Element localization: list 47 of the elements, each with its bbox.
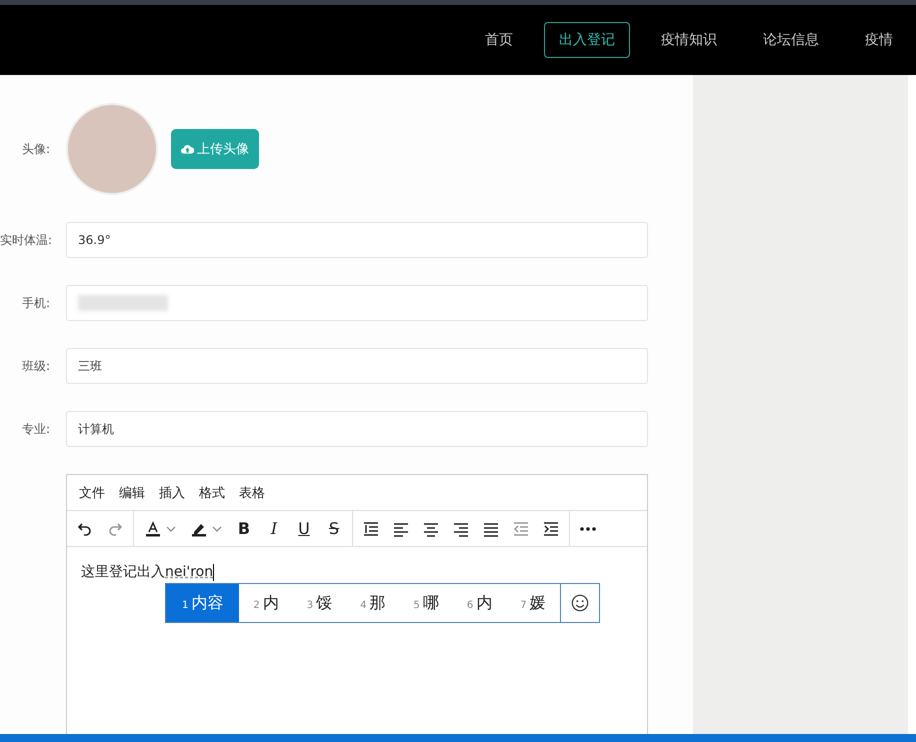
align-center-icon[interactable] (423, 520, 439, 536)
more-icon[interactable] (580, 526, 596, 530)
field-label: 班级: (20, 358, 51, 374)
format-button[interactable]: B (236, 519, 252, 538)
justify-icon[interactable] (483, 520, 499, 536)
field-label: 专业: (20, 420, 51, 438)
ime-candidate[interactable]: 4 那 (346, 584, 400, 622)
align-left-icon[interactable] (393, 520, 409, 536)
undo-icon[interactable] (77, 520, 93, 536)
menu-item[interactable]: 编辑 (119, 484, 145, 502)
format-button[interactable]: U (296, 519, 312, 538)
menu-item[interactable]: 文件 (79, 484, 105, 502)
ime-candidate[interactable]: 3 馁 (292, 584, 346, 622)
ime-candidate[interactable]: 5 哪 (400, 584, 453, 622)
line-height-icon[interactable] (363, 520, 379, 536)
input-field[interactable] (66, 285, 648, 321)
ime-candidate[interactable]: 1 内容 (166, 584, 240, 622)
cloud-upload-icon (181, 144, 194, 154)
editor-text: 这里登记出入 (81, 563, 165, 581)
nav-item[interactable]: 论坛信息 (748, 22, 834, 58)
input-field[interactable]: 三班 (66, 348, 648, 384)
nav-item[interactable]: 疫情 (850, 22, 908, 58)
nav-item[interactable]: 出入登记 (544, 22, 630, 58)
field-label: 实时体温: (0, 232, 54, 248)
format-button[interactable]: S (326, 519, 342, 538)
outdent-icon[interactable] (513, 520, 529, 536)
input-field[interactable]: 36.9° (66, 222, 648, 258)
composition-text: nei'ron (165, 564, 214, 580)
caret-icon[interactable] (166, 526, 176, 532)
nav-item[interactable]: 首页 (470, 22, 528, 58)
redo-icon[interactable] (107, 520, 123, 536)
menu-item[interactable]: 格式 (199, 484, 225, 502)
text-color-icon[interactable] (144, 520, 162, 536)
ime-candidate[interactable]: 6 内 (452, 584, 506, 622)
format-button[interactable]: I (266, 519, 282, 538)
field-label: 手机: (20, 294, 51, 312)
menu-item[interactable]: 表格 (239, 484, 265, 502)
ime-candidate[interactable]: 2 内 (239, 584, 293, 622)
field-label: 头像: (20, 140, 51, 158)
smiley-icon[interactable] (570, 594, 589, 612)
nav-item[interactable]: 疫情知识 (646, 22, 732, 58)
indent-icon[interactable] (543, 520, 559, 536)
menu-item[interactable]: 插入 (159, 484, 185, 502)
caret-icon[interactable] (212, 526, 222, 532)
ime-candidate[interactable]: 7 媛 (506, 584, 560, 622)
align-right-icon[interactable] (453, 520, 469, 536)
input-field[interactable]: 计算机 (66, 411, 648, 447)
